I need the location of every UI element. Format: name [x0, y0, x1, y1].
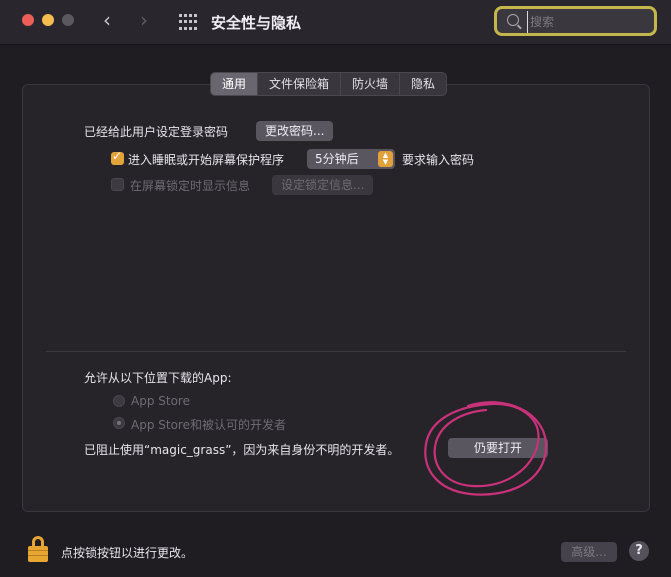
search-input[interactable] — [527, 11, 652, 33]
tab-firewall[interactable]: 防火墙 — [341, 73, 401, 95]
title-bar: ‹ › 安全性与隐私 — [0, 0, 671, 45]
blocked-app-message: 已阻止使用“magic_grass”，因为来自身份不明的开发者。 — [84, 443, 400, 457]
require-password-checkbox[interactable] — [111, 149, 124, 165]
window-title: 安全性与隐私 — [211, 14, 302, 32]
change-password-button[interactable]: 更改密码... — [256, 121, 334, 141]
radio-app-store-identified[interactable] — [113, 417, 125, 429]
tab-bar: 通用 文件保险箱 防火墙 隐私 — [210, 72, 448, 96]
advanced-button[interactable]: 高级... — [561, 542, 617, 562]
tab-filevault[interactable]: 文件保险箱 — [258, 73, 342, 95]
section-divider — [46, 351, 626, 352]
chevron-updown-icon: ▲ ▼ — [378, 151, 393, 167]
show-all-grid-icon[interactable] — [179, 14, 197, 31]
downloads-heading: 允许从以下位置下载的App: — [84, 371, 232, 385]
lock-icon[interactable] — [28, 536, 48, 562]
lock-hint-label: 点按锁按钮以进行更改。 — [61, 546, 194, 560]
radio-app-store-label: App Store — [131, 394, 190, 408]
password-set-label: 已经给此用户设定登录密码 — [84, 125, 229, 139]
set-lock-message-button[interactable]: 设定锁定信息... — [272, 175, 374, 195]
password-delay-select[interactable]: 5分钟后 ▲ ▼ — [307, 149, 395, 169]
show-message-label: 在屏幕锁定时显示信息 — [130, 179, 251, 193]
password-delay-value: 5分钟后 — [315, 152, 359, 166]
radio-app-store[interactable] — [113, 395, 125, 407]
tab-privacy[interactable]: 隐私 — [400, 73, 446, 95]
search-field[interactable] — [494, 6, 657, 36]
show-message-checkbox[interactable] — [111, 178, 124, 191]
require-password-label: 进入睡眠或开始屏幕保护程序 — [128, 153, 285, 167]
require-password-suffix: 要求输入密码 — [402, 153, 475, 167]
help-icon[interactable]: ? — [629, 541, 649, 561]
close-window-button[interactable] — [22, 14, 34, 26]
radio-app-store-identified-label: App Store和被认可的开发者 — [131, 418, 286, 432]
search-icon — [507, 14, 519, 26]
minimize-window-button[interactable] — [42, 14, 54, 26]
forward-arrow-icon[interactable]: › — [140, 10, 148, 30]
zoom-window-button[interactable] — [62, 14, 74, 26]
back-arrow-icon[interactable]: ‹ — [103, 10, 111, 30]
annotation-scribble — [424, 401, 548, 496]
tab-general[interactable]: 通用 — [211, 73, 259, 95]
